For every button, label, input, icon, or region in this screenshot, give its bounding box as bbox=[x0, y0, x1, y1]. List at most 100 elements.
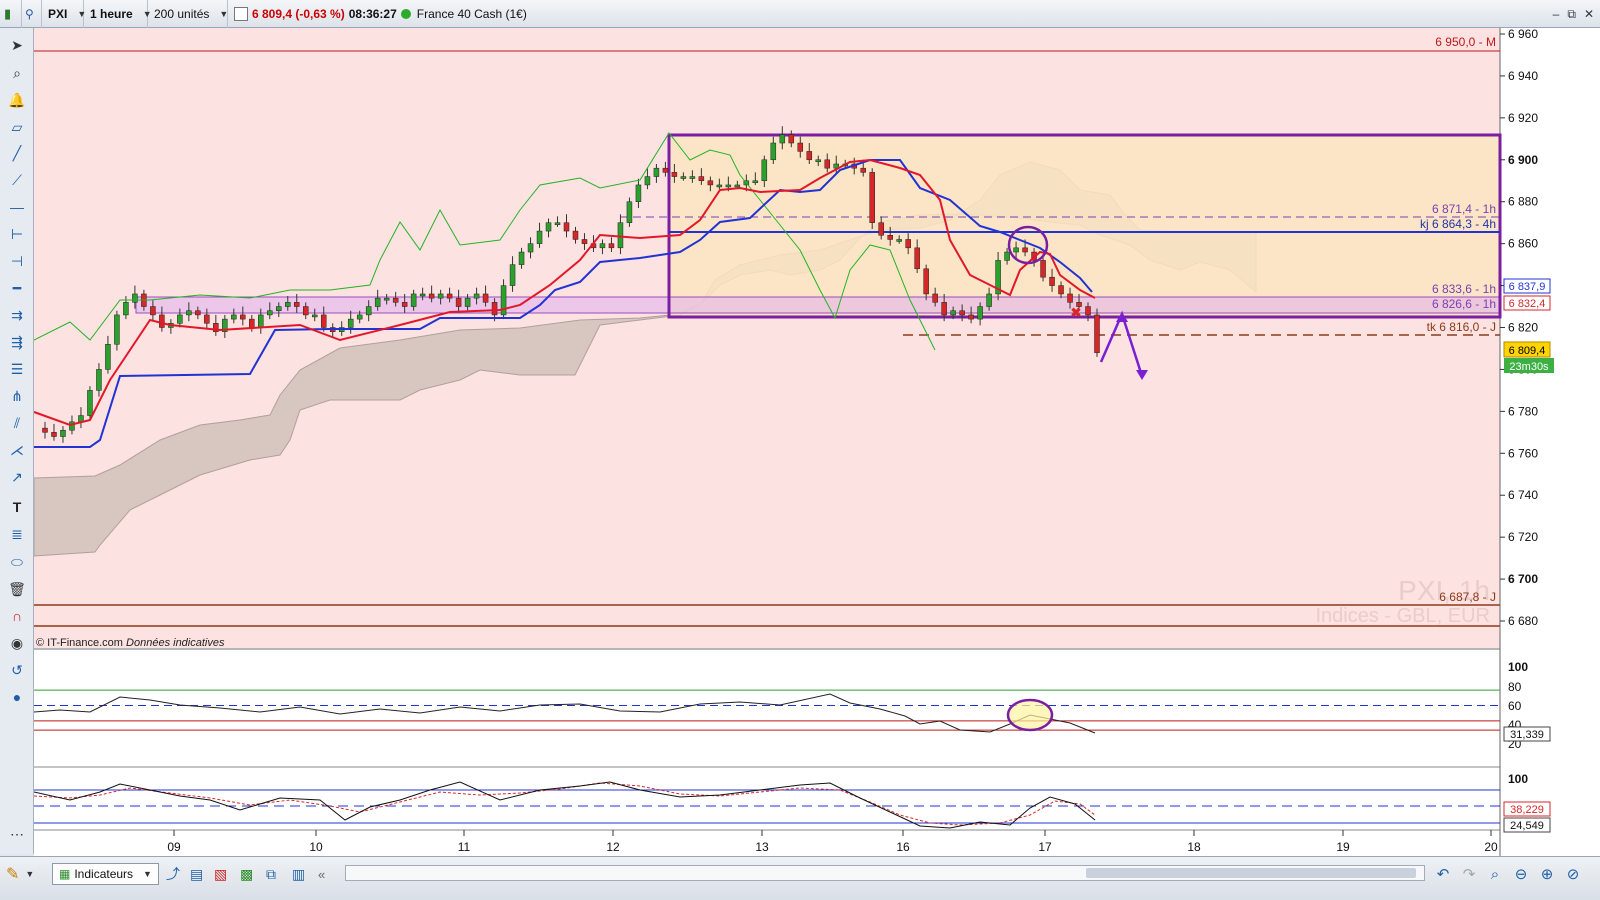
indicators-button[interactable]: ▦ Indicateurs ▼ bbox=[52, 863, 159, 885]
candle-body bbox=[896, 239, 902, 242]
candle-body bbox=[383, 297, 390, 301]
zoom-reset-icon[interactable]: ⊘ bbox=[1562, 863, 1584, 885]
level-label-h1-top: 6 871,4 - 1h bbox=[1432, 202, 1496, 216]
units-select[interactable]: 200 unités ▼ bbox=[148, 0, 228, 28]
rsi-level-60: 60 bbox=[1508, 699, 1522, 713]
color-wheel-icon[interactable]: ● bbox=[5, 686, 29, 708]
price-tick-label: 6 880 bbox=[1508, 195, 1538, 209]
candle-body bbox=[689, 176, 696, 179]
candle-body bbox=[267, 310, 273, 316]
horizontal-line-icon[interactable]: ━ bbox=[5, 277, 29, 299]
link-button[interactable]: ⚲ bbox=[22, 0, 42, 28]
symbol-select[interactable]: PXI ▼ bbox=[42, 0, 86, 28]
template-icon[interactable]: ▥ bbox=[292, 863, 305, 885]
text-icon[interactable]: T bbox=[5, 496, 29, 518]
candle-body bbox=[419, 293, 426, 297]
instrument-info[interactable]: 6 809,4 (-0,63 %) 08:36:27 France 40 Cas… bbox=[228, 0, 533, 28]
date-tick-label: 19 bbox=[1336, 840, 1350, 854]
app-menu-button[interactable]: ▮ bbox=[0, 0, 22, 28]
chart-icon: ▮ bbox=[4, 5, 12, 21]
level-label-kijun-4h: kj 6 864,3 - 4h bbox=[1420, 217, 1496, 231]
date-tick-label: 17 bbox=[1038, 840, 1052, 854]
candle-body bbox=[437, 293, 444, 299]
trendline-icon[interactable]: ╱ bbox=[5, 142, 29, 164]
pencil-button[interactable]: ✎ ▼ bbox=[6, 863, 34, 885]
price-tick-label: 6 720 bbox=[1508, 530, 1538, 544]
candle-body bbox=[482, 293, 489, 303]
candle-body bbox=[932, 293, 938, 303]
chart-area[interactable]: PXI, 1h Indices - GBL, EUR ✖ 6 950,0 - M… bbox=[34, 28, 1600, 856]
candle-body bbox=[563, 222, 570, 232]
ray-icon[interactable]: ⟋ bbox=[5, 169, 29, 191]
zoom-fit-icon[interactable]: ⌕ bbox=[1484, 863, 1506, 885]
candle-body bbox=[258, 314, 264, 328]
zoom-out-icon[interactable]: ⊖ bbox=[1510, 863, 1532, 885]
candle-body bbox=[671, 172, 678, 177]
alert-bell-icon[interactable]: 🔔 bbox=[5, 89, 29, 111]
candle-body bbox=[644, 176, 651, 186]
more-icon[interactable]: ⋯ bbox=[5, 823, 29, 845]
candle-body bbox=[473, 293, 480, 299]
timeframe-select[interactable]: 1 heure ▼ bbox=[84, 0, 152, 28]
chevron-down-icon: ▼ bbox=[219, 8, 229, 19]
date-tick-label: 09 bbox=[167, 840, 181, 854]
share-icon[interactable]: ⤴ bbox=[166, 863, 180, 885]
fibonacci-time-icon[interactable]: ≣ bbox=[5, 523, 29, 545]
pointer-icon[interactable]: ➤ bbox=[5, 34, 29, 56]
candle-body bbox=[464, 297, 471, 307]
zoom-icon[interactable]: ⌕ bbox=[5, 62, 29, 84]
scrollbar-thumb[interactable] bbox=[1086, 868, 1416, 878]
restore-button[interactable]: ⧉ bbox=[1567, 7, 1576, 22]
minimize-button[interactable]: – bbox=[1553, 7, 1560, 21]
pitchfork-icon[interactable]: ⋌ bbox=[5, 439, 29, 461]
candle-body bbox=[815, 159, 822, 163]
candle-body bbox=[455, 297, 462, 307]
compare-icon[interactable]: ⧉ bbox=[266, 863, 276, 885]
candle-body bbox=[887, 235, 893, 240]
redo-icon[interactable]: ↷ bbox=[1458, 863, 1480, 885]
rsi-highlight-circle[interactable] bbox=[1006, 698, 1054, 732]
scroll-start-icon[interactable]: « bbox=[318, 863, 325, 885]
close-button[interactable]: ✕ bbox=[1584, 7, 1594, 21]
stoch-d-value-tag: 38,229 bbox=[1510, 804, 1544, 816]
eye-icon[interactable]: ◉ bbox=[5, 632, 29, 654]
screenshot-icon[interactable]: ▧ bbox=[214, 863, 227, 885]
magnet-icon[interactable]: ∩ bbox=[5, 605, 29, 627]
time-scrollbar[interactable] bbox=[345, 865, 1425, 881]
candle-body bbox=[177, 314, 183, 324]
clock: 08:36:27 bbox=[348, 6, 397, 21]
horizontal-segment-icon[interactable]: ⊢ bbox=[5, 223, 29, 245]
info-icon bbox=[234, 6, 248, 21]
fibonacci-icon[interactable]: ☰ bbox=[5, 358, 29, 380]
horizontal-ray-icon[interactable]: — bbox=[5, 196, 29, 218]
candle-body bbox=[410, 293, 417, 307]
candle-body bbox=[365, 306, 372, 316]
channel-icon[interactable]: ⇉ bbox=[5, 304, 29, 326]
gann-icon[interactable]: ⫽ bbox=[5, 412, 29, 434]
ellipse-icon[interactable]: ⬭ bbox=[5, 551, 29, 573]
stoch-k-value-tag: 24,549 bbox=[1510, 820, 1544, 832]
candle-body bbox=[806, 151, 813, 161]
candle-body bbox=[1067, 293, 1073, 303]
candle-body bbox=[42, 427, 48, 433]
level-label-daily: 6 687,8 - J bbox=[1439, 590, 1496, 604]
undo-drawing-icon[interactable]: ↺ bbox=[5, 659, 29, 681]
candle-body bbox=[302, 306, 309, 316]
arrow-icon[interactable]: ↗ bbox=[5, 466, 29, 488]
tenkan-price-tag: 6 832,4 bbox=[1509, 298, 1546, 310]
fibonacci-fan-icon[interactable]: ⋔ bbox=[5, 385, 29, 407]
trash-icon[interactable]: 🗑 bbox=[5, 578, 29, 600]
price-tick-label: 6 740 bbox=[1508, 488, 1538, 502]
candle-body bbox=[761, 159, 768, 182]
candle-body bbox=[491, 302, 498, 316]
layout-icon[interactable]: ▩ bbox=[240, 863, 253, 885]
parallel-channel-icon[interactable]: ⇶ bbox=[5, 331, 29, 353]
date-tick-label: 18 bbox=[1187, 840, 1201, 854]
comment-icon[interactable]: ▤ bbox=[190, 863, 203, 885]
extended-line-icon[interactable]: ⊣ bbox=[5, 250, 29, 272]
candle-body bbox=[114, 314, 120, 345]
zoom-in-icon[interactable]: ⊕ bbox=[1536, 863, 1558, 885]
ruler-icon[interactable]: ▱ bbox=[5, 116, 29, 138]
undo-icon[interactable]: ↶ bbox=[1432, 863, 1454, 885]
date-tick-label: 12 bbox=[606, 840, 620, 854]
